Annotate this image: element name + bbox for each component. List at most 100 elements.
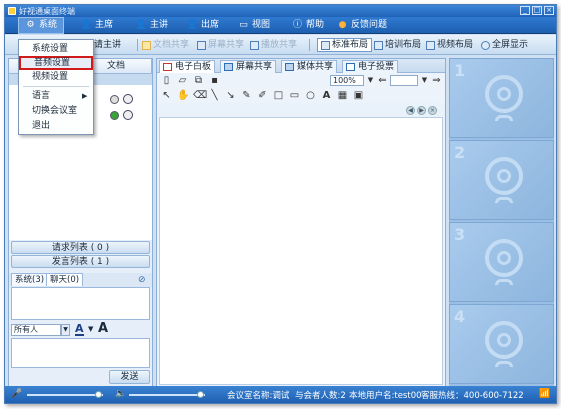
mic-volume-slider[interactable] [27,394,103,396]
pin-icon[interactable]: ⊘ [138,275,146,285]
speaker-icon[interactable]: 🔈 [115,389,126,399]
window-title: 好视通桌面终端 [19,7,75,16]
minimize-button[interactable]: _ [520,6,530,15]
image-icon[interactable]: ▦ [337,90,348,101]
microphone-icon[interactable]: 🎤 [11,389,22,399]
chat-controls: 所有人 ▼ A ▼ A [11,322,150,336]
recipient-select[interactable]: 所有人 [11,324,61,336]
fullscreen-button[interactable]: 全屏显示 [481,38,528,52]
request-list-button[interactable]: 请求列表 ( 0 ) [11,241,150,254]
tab-chat[interactable]: 聊天(0) [46,273,84,286]
layout-training-button[interactable]: 培训布局 [374,38,421,52]
system-menu-dropdown: 系统设置 音频设置 视频设置 语言 ▶ 切换会议室 退出 [18,39,94,135]
previous-icon[interactable]: ◀ [406,106,415,115]
tab-whiteboard[interactable]: 电子白板 [159,60,216,73]
hand-icon[interactable]: ✋ [177,90,189,101]
eraser-icon[interactable]: ⌫ [193,90,207,101]
speak-list-label: 发言列表 ( 1 ) [51,257,110,267]
zoom-select[interactable]: 100% [330,75,364,86]
video-slot-number: 4 [454,307,466,326]
chevron-right-icon: ▶ [82,92,88,100]
tab-voting-label: 电子投票 [358,62,395,72]
menu-help[interactable]: ⓘ 帮助 [292,17,324,34]
menu-view[interactable]: ▭ 视图 [238,17,270,34]
menu-attend[interactable]: 👤 出席 [187,17,219,34]
save-icon[interactable]: ▪ [209,75,220,86]
menu-speaker[interactable]: 👤 主讲 [136,17,168,34]
fullscreen-label: 全屏显示 [492,40,529,50]
layout-standard-label: 标准布局 [332,40,369,50]
share-screen-button[interactable]: 屏幕共享 [197,38,244,52]
folder-icon [142,40,151,50]
participant-count: 与会者人数:2 [295,391,346,401]
whiteboard-icon [163,63,172,71]
chevron-down-icon[interactable]: ▼ [61,324,70,336]
microphone-icon[interactable] [110,111,119,120]
share-file-button[interactable]: 文档共享 [142,38,189,52]
layout-video-button[interactable]: 视频布局 [426,38,473,52]
tab-screen-share[interactable]: 屏幕共享 [220,60,277,73]
send-button[interactable]: 发送 [109,370,150,384]
share-media-button[interactable]: 播放共享 [250,38,297,52]
cursor-icon[interactable]: ↖ [161,90,172,101]
copy-icon[interactable]: ⧉ [193,75,204,86]
font-style-button[interactable]: A [98,322,108,335]
video-slot[interactable]: 3 [449,222,554,302]
chevron-down-icon[interactable]: ▼ [365,75,376,86]
video-slot[interactable]: 4 [449,304,554,384]
whiteboard-canvas[interactable] [159,117,443,385]
webcam-icon [485,321,523,359]
tab-system-messages[interactable]: 系统(3) [11,273,49,286]
filled-rectangle-icon[interactable]: ▭ [289,90,300,101]
ellipse-icon[interactable]: ○ [305,90,316,101]
menu-chairman[interactable]: 👤 主席 [81,17,113,34]
chevron-down-icon[interactable]: ▼ [419,75,430,86]
pen-icon[interactable]: ✎ [241,90,252,101]
rectangle-icon[interactable]: □ [273,90,284,101]
chevron-down-icon[interactable]: ▼ [88,325,93,333]
menu-item-switch-room[interactable]: 切换会议室 [19,104,93,118]
arrow-line-icon[interactable]: ↘ [225,90,236,101]
close-button[interactable]: × [544,6,554,15]
menu-feedback[interactable]: ● 反馈问题 [337,17,387,34]
open-folder-icon[interactable]: ▱ [177,75,188,86]
mic-volume-knob[interactable] [95,391,102,398]
video-slot[interactable]: 1 [449,58,554,138]
camera-icon[interactable] [123,94,133,104]
speak-list-button[interactable]: 发言列表 ( 1 ) [11,255,150,268]
menu-item-audio-settings[interactable]: 音频设置 [19,56,93,70]
camera-icon[interactable] [123,110,133,120]
page-select[interactable] [390,75,418,86]
menu-system[interactable]: ⚙ 系统 [18,17,65,34]
speaker-volume-slider[interactable] [129,394,205,396]
menu-item-exit[interactable]: 退出 [19,119,93,133]
speaker-volume-knob[interactable] [197,391,204,398]
tab-media-share[interactable]: 媒体共享 [281,60,338,73]
highlighter-icon[interactable]: ✐ [257,90,268,101]
close-icon[interactable]: × [428,106,437,115]
maximize-button[interactable]: □ [532,6,542,15]
menu-item-language[interactable]: 语言 ▶ [19,89,93,103]
arrow-left-icon[interactable]: ⇐ [377,75,388,86]
chat-input[interactable] [11,338,150,368]
request-speaker-label: 请主讲 [94,40,122,50]
microphone-icon[interactable] [110,95,119,104]
video-slot[interactable]: 2 [449,140,554,220]
arrow-right-icon[interactable]: ⇒ [431,75,442,86]
text-tool-icon[interactable]: A [321,90,332,101]
font-color-button[interactable]: A [75,323,84,336]
menu-chairman-label: 主席 [95,20,114,30]
screenshot-icon[interactable]: ▣ [353,90,364,101]
layout-standard-button[interactable]: 标准布局 [317,38,373,52]
line-icon[interactable]: ╲ [209,90,220,101]
request-list-label: 请求列表 ( 0 ) [51,243,110,253]
request-speaker-button[interactable]: 请主讲 [94,38,121,52]
feedback-icon: ● [338,20,347,30]
next-icon[interactable]: ▶ [417,106,426,115]
menu-item-video-settings[interactable]: 视频设置 [19,70,93,84]
menu-item-label: 视频设置 [32,72,69,82]
tab-voting[interactable]: 电子投票 [342,60,399,73]
menu-bar: ⚙ 系统 👤 主席 👤 主讲 👤 出席 ▭ 视图 ⓘ 帮助 ● 反馈问题 [5,17,556,34]
new-page-icon[interactable]: ▯ [161,75,172,86]
menu-item-system-settings[interactable]: 系统设置 [19,42,93,56]
